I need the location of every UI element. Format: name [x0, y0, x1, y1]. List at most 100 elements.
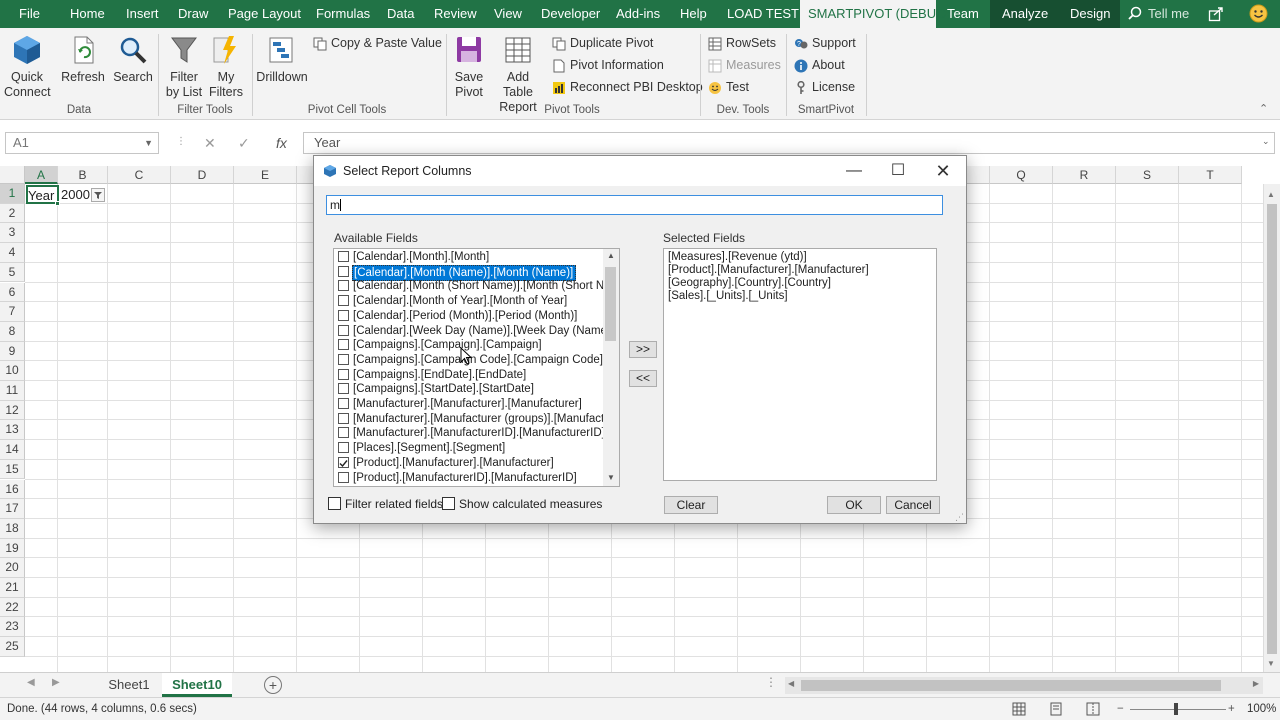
available-field-item[interactable]: [Calendar].[Month (Short Name)].[Month (… [334, 279, 619, 294]
add-sheet-icon[interactable]: + [264, 676, 282, 694]
row-header[interactable]: 21 [0, 578, 25, 598]
add-field-button[interactable]: >> [629, 341, 657, 358]
available-field-item[interactable]: [Calendar].[Period (Month)].[Period (Mon… [334, 309, 604, 324]
field-checkbox[interactable] [338, 398, 349, 409]
cancel-button[interactable]: Cancel [886, 496, 940, 514]
scroll-up-icon[interactable]: ▲ [607, 251, 615, 260]
field-checkbox[interactable] [338, 442, 349, 454]
tab-home[interactable]: Home [70, 0, 105, 28]
selected-field-item[interactable]: [Sales].[_Units].[_Units] [668, 290, 788, 303]
tell-me-box[interactable]: Tell me [1128, 0, 1189, 28]
vertical-scrollbar[interactable]: ▲ ▼ [1263, 184, 1280, 672]
selected-fields-list[interactable]: [Measures].[Revenue (ytd)] [Product].[Man… [663, 248, 937, 481]
column-header[interactable]: D [171, 166, 234, 184]
selected-field-item[interactable]: [Geography].[Country].[Country] [668, 277, 831, 290]
available-field-item[interactable]: [Product].[Manufacturer].[Manufacturer] [334, 456, 604, 471]
field-checkbox[interactable] [338, 353, 349, 365]
tab-load-test[interactable]: LOAD TEST [727, 0, 799, 28]
row-header[interactable]: 7 [0, 302, 25, 322]
tab-data[interactable]: Data [387, 0, 414, 28]
column-header[interactable]: R [1053, 166, 1116, 184]
refresh-button[interactable]: Refresh [60, 34, 106, 85]
name-box[interactable]: A1 ▼ [5, 132, 159, 154]
row-header[interactable]: 14 [0, 440, 25, 460]
field-checkbox[interactable] [338, 368, 349, 380]
column-header[interactable]: Q [990, 166, 1053, 184]
available-field-item[interactable]: [Manufacturer].[Manufacturer].[Manufactu… [334, 397, 604, 412]
field-checkbox[interactable] [338, 471, 349, 483]
list-scroll-thumb[interactable] [605, 267, 616, 341]
available-field-item[interactable]: [Calendar].[Month (Name)].[Month (Name)] [334, 264, 604, 281]
filter-by-list-button[interactable]: Filter by List [162, 34, 206, 100]
tab-help[interactable]: Help [680, 0, 707, 28]
normal-view-icon[interactable] [1012, 702, 1026, 716]
row-header[interactable]: 22 [0, 597, 25, 618]
available-field-item[interactable]: [Calendar].[Week Day (Name)].[Week Day (… [334, 324, 614, 339]
expand-formula-icon[interactable]: ⌄ [1262, 136, 1270, 147]
hscroll-thumb[interactable] [801, 680, 1221, 691]
tab-developer[interactable]: Developer [541, 0, 600, 28]
add-table-report-button[interactable]: Add Table Report [490, 34, 546, 115]
split-handle-icon[interactable]: ⋮ [765, 675, 777, 689]
selected-field-item[interactable]: [Measures].[Revenue (ytd)] [668, 251, 807, 264]
column-header[interactable]: T [1179, 166, 1242, 184]
my-filters-button[interactable]: My Filters [206, 34, 246, 100]
zoom-slider-thumb[interactable] [1174, 703, 1178, 715]
field-checkbox[interactable] [338, 456, 349, 468]
support-button[interactable]: ? Support [794, 33, 856, 53]
column-header[interactable]: B [58, 166, 108, 184]
row-header[interactable]: 12 [0, 400, 25, 421]
scroll-thumb[interactable] [1267, 204, 1277, 654]
insert-function-icon[interactable]: fx [276, 132, 287, 154]
available-field-item[interactable]: [Places].[Segment].[Segment] [334, 441, 604, 456]
available-field-item[interactable]: [Manufacturer].[Manufacturer (groups)].[… [334, 412, 614, 427]
copy-paste-value-button[interactable]: Copy & Paste Value [313, 33, 442, 53]
tab-team[interactable]: Team [947, 0, 979, 28]
dialog-title-bar[interactable]: Select Report Columns — ☐ ✕ [314, 156, 966, 186]
search-button[interactable]: Search [112, 34, 154, 85]
tab-smartpivot-debug[interactable]: SMARTPIVOT (DEBUG) [800, 0, 951, 28]
page-layout-view-icon[interactable] [1049, 702, 1063, 716]
row-header[interactable]: 18 [0, 518, 25, 539]
zoom-in-icon[interactable]: + [1228, 698, 1235, 720]
filter-related-checkbox[interactable]: Filter related fields [328, 497, 443, 511]
remove-field-button[interactable]: << [629, 370, 657, 387]
drilldown-button[interactable]: Drilldown [256, 34, 308, 85]
available-field-item[interactable]: [Calendar].[Month].[Month] [334, 250, 604, 265]
smiley-feedback-icon[interactable] [1249, 4, 1268, 23]
row-header[interactable]: 5 [0, 262, 25, 283]
field-checkbox[interactable] [338, 265, 349, 277]
duplicate-pivot-button[interactable]: Duplicate Pivot [552, 33, 653, 53]
row-header[interactable]: 2 [0, 203, 25, 224]
rowsets-button[interactable]: RowSets [708, 33, 776, 53]
row-header[interactable]: 11 [0, 381, 25, 401]
row-header[interactable]: 23 [0, 617, 25, 638]
field-checkbox[interactable] [338, 309, 349, 321]
sheet-tab-sheet10[interactable]: Sheet10 [162, 673, 232, 697]
available-fields-list[interactable]: [Calendar].[Month].[Month] [Calendar].[Mo… [333, 248, 620, 487]
pivot-information-button[interactable]: Pivot Information [552, 55, 664, 75]
field-checkbox[interactable] [338, 412, 349, 424]
available-field-item[interactable]: [Campaigns].[EndDate].[EndDate] [334, 368, 604, 383]
field-checkbox[interactable] [338, 339, 349, 351]
share-icon[interactable] [1208, 6, 1224, 22]
select-all-corner[interactable] [0, 166, 25, 184]
prev-sheet-icon[interactable]: ◀ [27, 677, 35, 688]
filter-dropdown-icon[interactable] [91, 188, 105, 202]
field-search-input[interactable]: m [326, 195, 943, 215]
row-header[interactable]: 3 [0, 223, 25, 244]
measures-button[interactable]: Measures [708, 55, 781, 75]
minimize-button[interactable]: — [832, 156, 876, 186]
tab-insert[interactable]: Insert [126, 0, 159, 28]
row-header[interactable]: 13 [0, 420, 25, 441]
row-header[interactable]: 20 [0, 558, 25, 578]
row-header[interactable]: 15 [0, 459, 25, 480]
page-break-view-icon[interactable] [1086, 702, 1100, 716]
row-header[interactable]: 9 [0, 341, 25, 362]
column-header[interactable]: C [108, 166, 171, 184]
collapse-ribbon-icon[interactable]: ⌃ [1259, 102, 1268, 115]
tab-page-layout[interactable]: Page Layout [228, 0, 301, 28]
maximize-button[interactable]: ☐ [876, 156, 920, 186]
tab-design[interactable]: Design [1070, 0, 1110, 28]
zoom-slider[interactable] [1130, 709, 1226, 710]
